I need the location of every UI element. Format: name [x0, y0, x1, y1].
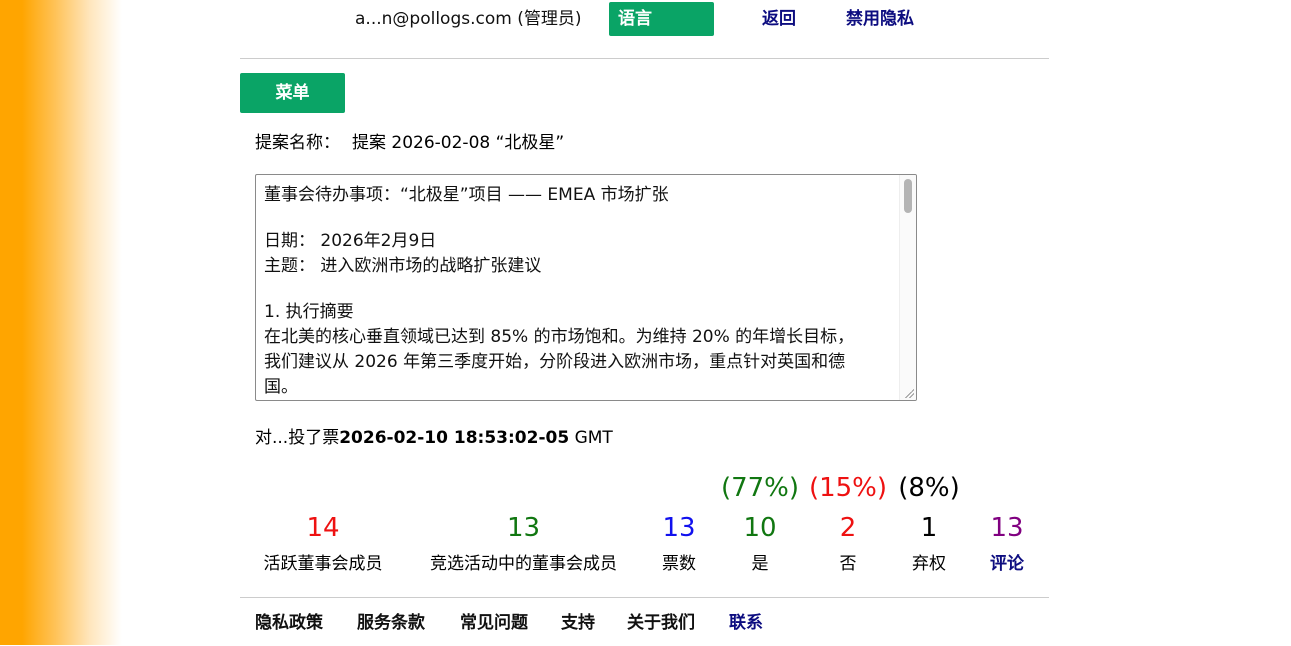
votes-label: 票数: [662, 554, 696, 574]
footer-contact-link[interactable]: 联系: [729, 612, 763, 634]
user-account-label: a...n@pollogs.com (管理员): [355, 9, 582, 29]
proposal-text-line: 我们建议从 2026 年第三季度开始，分阶段进入欧洲市场，重点针对英国和德: [264, 352, 846, 372]
comments-count: 13: [990, 513, 1024, 543]
no-percentage: (15%): [808, 473, 888, 503]
footer-support-link[interactable]: 支持: [561, 612, 595, 634]
textarea-scrollbar[interactable]: [899, 175, 916, 400]
left-decorative-gradient: [0, 0, 122, 645]
vote-timestamp-line: 对...投了票2026-02-10 18:53:02-05 GMT: [255, 427, 613, 449]
yes-count: 10: [743, 513, 777, 543]
footer-terms-link[interactable]: 服务条款: [357, 612, 425, 634]
footer-about-link[interactable]: 关于我们: [627, 612, 695, 634]
active-members-count: 14: [306, 513, 340, 543]
campaign-members-label: 竞选活动中的董事会成员: [430, 554, 617, 574]
proposal-text-line: 国。: [264, 377, 298, 397]
resize-grip-icon[interactable]: [904, 388, 914, 398]
no-label: 否: [839, 554, 857, 574]
scrollbar-thumb[interactable]: [904, 179, 912, 213]
proposal-name-row: 提案名称： 提案 2026-02-08 “北极星”: [255, 132, 564, 154]
abstain-label: 弃权: [912, 554, 946, 574]
proposal-text-content: 董事会待办事项：“北极星”项目 —— EMEA 市场扩张 日期： 2026年2月…: [264, 183, 894, 400]
proposal-text-line: 在北美的核心垂直领域已达到 85% 的市场饱和。为维持 20% 的年增长目标，: [264, 327, 855, 347]
proposal-text-gap: [264, 279, 894, 300]
yes-label: 是: [751, 554, 769, 574]
language-button[interactable]: 语言: [609, 2, 714, 36]
proposal-name-value: 提案 2026-02-08 “北极星”: [352, 133, 565, 153]
main-container: a...n@pollogs.com (管理员) 语言 返回 禁用隐私 菜单 提案…: [240, 0, 1049, 645]
vote-timezone: GMT: [569, 428, 613, 448]
back-link[interactable]: 返回: [762, 8, 796, 30]
proposal-name-label: 提案名称：: [255, 133, 340, 153]
header-bar: a...n@pollogs.com (管理员) 语言 返回 禁用隐私: [240, 0, 1049, 59]
votes-count: 13: [662, 513, 696, 543]
proposal-text-line: 董事会待办事项：“北极星”项目 —— EMEA 市场扩张: [264, 185, 669, 205]
no-count: 2: [839, 513, 857, 543]
vote-prefix: 对...投了票: [255, 428, 340, 448]
abstain-percentage: (8%): [898, 473, 960, 503]
comments-link[interactable]: 评论: [980, 553, 1034, 575]
footer-faq-link[interactable]: 常见问题: [460, 612, 528, 634]
active-members-label: 活跃董事会成员: [263, 554, 383, 574]
yes-percentage: (77%): [720, 473, 800, 503]
footer-privacy-link[interactable]: 隐私政策: [255, 612, 323, 634]
menu-button[interactable]: 菜单: [240, 73, 345, 113]
vote-timestamp: 2026-02-10 18:53:02-05: [339, 428, 570, 448]
proposal-text-line: 1. 执行摘要: [264, 302, 354, 322]
abstain-count: 1: [920, 513, 938, 543]
proposal-textarea[interactable]: 董事会待办事项：“北极星”项目 —— EMEA 市场扩张 日期： 2026年2月…: [255, 174, 917, 401]
proposal-text-gap: [264, 208, 894, 229]
campaign-members-count: 13: [506, 513, 541, 543]
proposal-text-line: 日期： 2026年2月9日: [264, 231, 437, 251]
disable-privacy-link[interactable]: 禁用隐私: [846, 8, 914, 30]
footer-bar: 隐私政策 服务条款 常见问题 支持 关于我们 联系: [240, 597, 1049, 646]
proposal-text-line: 主题： 进入欧洲市场的战略扩张建议: [264, 256, 542, 276]
